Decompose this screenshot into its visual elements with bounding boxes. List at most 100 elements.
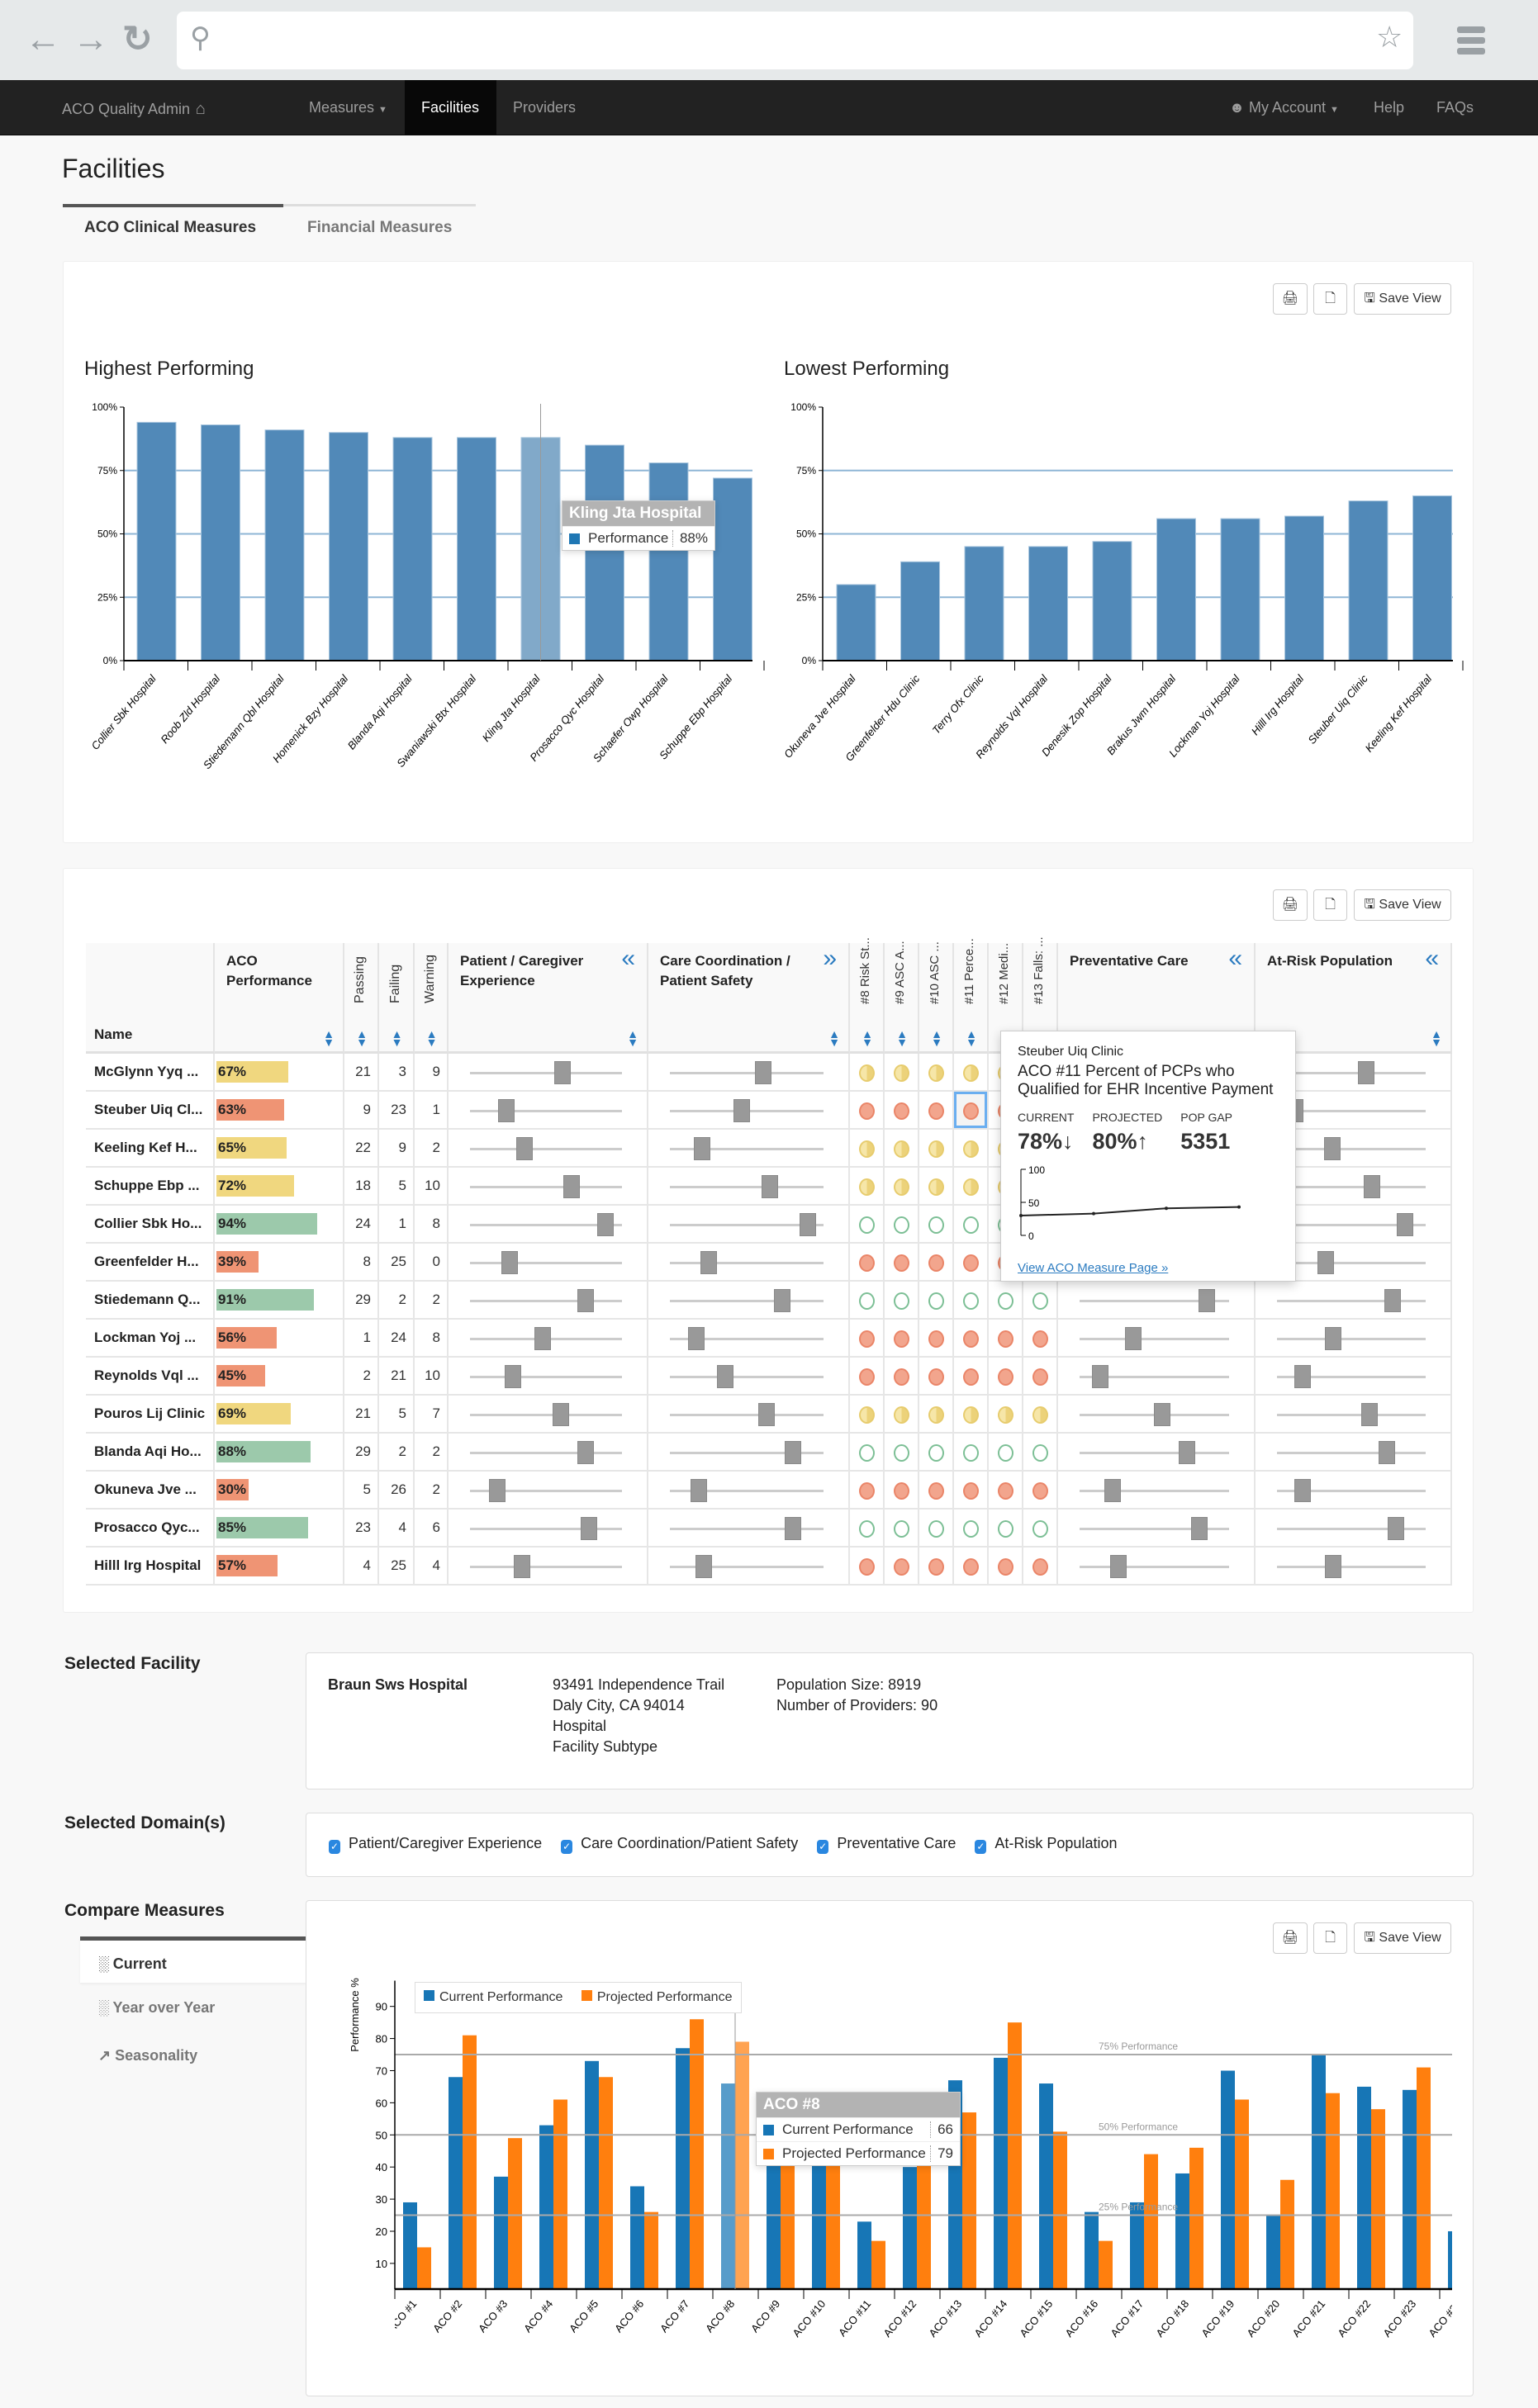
forward-arrow-icon[interactable]: → (73, 21, 109, 58)
measure-status-cell[interactable] (954, 1168, 989, 1206)
column-header-passing[interactable]: Passing ▲ ▼ (344, 943, 379, 1054)
facility-name-cell[interactable]: Steuber Uiq Cl... (86, 1092, 215, 1130)
view-measure-page-link[interactable]: View ACO Measure Page » (1018, 1261, 1279, 1275)
status-green-icon[interactable] (998, 1292, 1013, 1310)
status-green-icon[interactable] (998, 1520, 1013, 1538)
measure-status-cell[interactable] (954, 1206, 989, 1244)
status-yellow-icon[interactable] (928, 1064, 944, 1082)
domain-score-cell[interactable] (1256, 1548, 1452, 1586)
measure-status-cell[interactable] (954, 1548, 989, 1586)
domain-score-cell[interactable] (1058, 1434, 1256, 1472)
measure-status-cell[interactable] (989, 1320, 1023, 1358)
facility-name-cell[interactable]: Pouros Lij Clinic (86, 1396, 215, 1434)
measure-status-cell[interactable] (885, 1358, 919, 1396)
status-green-icon[interactable] (963, 1520, 979, 1538)
menu-icon[interactable] (1457, 26, 1485, 55)
export-button[interactable]: 🗋 (1313, 889, 1347, 921)
status-red-icon[interactable] (894, 1482, 909, 1500)
status-red-icon[interactable] (894, 1102, 909, 1120)
domain-score-cell[interactable] (648, 1320, 850, 1358)
facility-name-cell[interactable]: Lockman Yoj ... (86, 1320, 215, 1358)
measure-status-cell[interactable] (919, 1054, 954, 1092)
domain-checkbox-preventative-care[interactable]: ✓ Preventative Care (817, 1835, 956, 1854)
measure-status-cell[interactable] (850, 1168, 885, 1206)
print-button[interactable]: 🖨 (1273, 283, 1308, 315)
measure-status-cell[interactable] (885, 1396, 919, 1434)
domain-score-cell[interactable] (1256, 1320, 1452, 1358)
status-red-icon[interactable] (859, 1330, 875, 1348)
domain-score-cell[interactable] (648, 1054, 850, 1092)
domain-score-cell[interactable] (648, 1168, 850, 1206)
measure-status-cell[interactable] (885, 1130, 919, 1168)
column-header-measure[interactable]: #11 Perce... ▲ ▼ (954, 938, 989, 1054)
measure-status-cell[interactable] (1023, 1472, 1058, 1510)
status-yellow-icon[interactable] (963, 1140, 979, 1158)
expand-icon[interactable]: » (823, 946, 837, 971)
sort-icon[interactable]: ▲▼ (1431, 1028, 1442, 1048)
status-red-icon[interactable] (859, 1254, 875, 1272)
collapse-icon[interactable]: « (621, 946, 635, 971)
domain-score-cell[interactable] (449, 1092, 648, 1130)
measure-status-cell[interactable] (850, 1548, 885, 1586)
nav-providers[interactable]: Providers (513, 80, 576, 135)
domain-score-cell[interactable] (1256, 1358, 1452, 1396)
print-button[interactable]: 🖨 (1273, 1922, 1308, 1954)
status-red-icon[interactable] (928, 1254, 944, 1272)
facility-name-cell[interactable]: Reynolds Vql ... (86, 1358, 215, 1396)
measure-status-cell[interactable] (885, 1092, 919, 1130)
sort-icon[interactable]: ▲▼ (392, 1028, 403, 1048)
domain-score-cell[interactable] (648, 1130, 850, 1168)
tab-financial-measures[interactable]: Financial Measures (307, 219, 452, 237)
facility-name-cell[interactable]: Greenfelder H... (86, 1244, 215, 1282)
checkbox-checked-icon[interactable]: ✓ (329, 1840, 340, 1854)
measure-status-cell[interactable] (850, 1244, 885, 1282)
measure-status-cell[interactable] (954, 1282, 989, 1320)
status-yellow-icon[interactable] (928, 1140, 944, 1158)
measure-status-cell[interactable] (850, 1510, 885, 1548)
facility-name-cell[interactable]: Collier Sbk Ho... (86, 1206, 215, 1244)
measure-status-cell[interactable] (989, 1434, 1023, 1472)
measure-status-cell[interactable] (989, 1548, 1023, 1586)
status-red-icon[interactable] (928, 1368, 944, 1386)
column-header-warning[interactable]: Warning ▲ ▼ (415, 943, 449, 1054)
facility-name-cell[interactable]: McGlynn Yyq ... (86, 1054, 215, 1092)
measure-status-cell[interactable] (919, 1434, 954, 1472)
domain-score-cell[interactable] (1256, 1282, 1452, 1320)
status-green-icon[interactable] (859, 1444, 875, 1462)
status-green-icon[interactable] (928, 1444, 944, 1462)
domain-score-cell[interactable] (1058, 1510, 1256, 1548)
domain-score-cell[interactable] (449, 1168, 648, 1206)
status-yellow-icon[interactable] (894, 1140, 909, 1158)
measure-status-cell[interactable] (850, 1130, 885, 1168)
measure-status-cell[interactable] (919, 1396, 954, 1434)
status-yellow-icon[interactable] (928, 1406, 944, 1424)
measure-status-cell[interactable] (885, 1472, 919, 1510)
status-yellow-icon[interactable] (928, 1178, 944, 1196)
status-red-icon[interactable] (928, 1558, 944, 1576)
column-header-name[interactable]: Name (86, 943, 215, 1054)
status-red-icon[interactable] (859, 1558, 875, 1576)
measure-status-cell[interactable] (989, 1510, 1023, 1548)
measure-status-cell[interactable] (850, 1320, 885, 1358)
measure-status-cell[interactable] (850, 1396, 885, 1434)
measure-status-cell[interactable] (919, 1358, 954, 1396)
domain-score-cell[interactable] (449, 1320, 648, 1358)
address-bar[interactable]: ⚲ ☆ (177, 12, 1413, 69)
facility-name-cell[interactable]: Blanda Aqi Ho... (86, 1434, 215, 1472)
measure-status-cell[interactable] (919, 1092, 954, 1130)
status-red-icon[interactable] (998, 1482, 1013, 1500)
status-red-icon[interactable] (1032, 1330, 1048, 1348)
measure-status-cell[interactable] (885, 1434, 919, 1472)
status-red-icon[interactable] (859, 1102, 875, 1120)
domain-score-cell[interactable] (648, 1396, 850, 1434)
facility-name-cell[interactable]: Schuppe Ebp ... (86, 1168, 215, 1206)
status-red-icon[interactable] (928, 1330, 944, 1348)
measure-status-cell[interactable] (885, 1548, 919, 1586)
status-green-icon[interactable] (998, 1444, 1013, 1462)
status-yellow-icon[interactable] (963, 1178, 979, 1196)
status-red-icon[interactable] (928, 1102, 944, 1120)
measure-status-cell[interactable] (850, 1358, 885, 1396)
status-green-icon[interactable] (859, 1520, 875, 1538)
sort-icon[interactable]: ▲▼ (966, 1028, 977, 1048)
domain-score-cell[interactable] (449, 1282, 648, 1320)
